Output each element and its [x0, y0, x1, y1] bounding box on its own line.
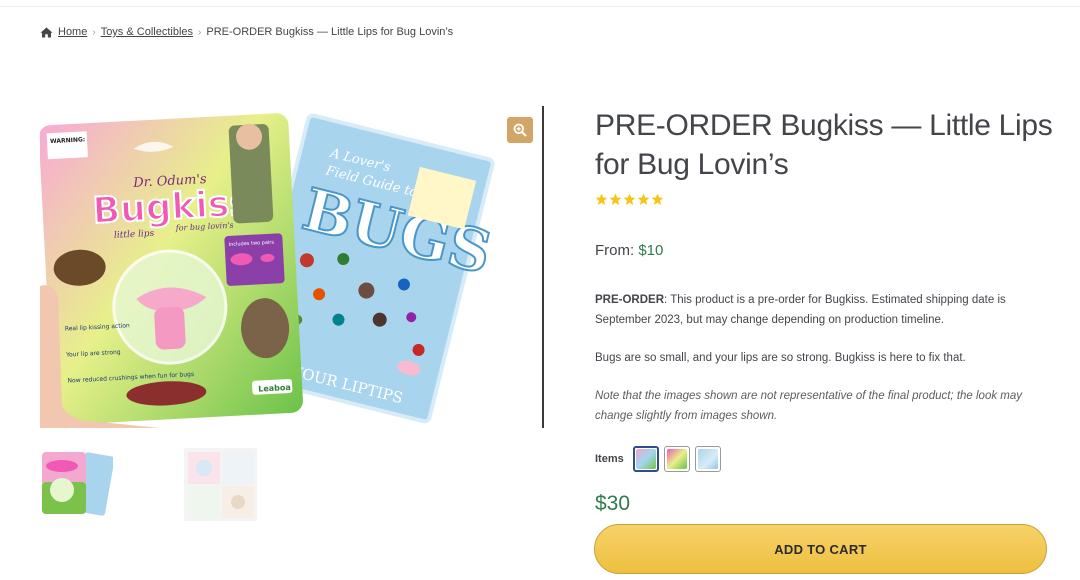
brand-sub-left: little lips: [114, 229, 155, 241]
main-product-image[interactable]: A Lover's Field Guide to BUGS YOUR LIPTI…: [40, 106, 540, 428]
thumbnail-image-book: [184, 448, 257, 521]
gallery-thumbnail[interactable]: [184, 448, 257, 521]
item-swatch[interactable]: [664, 446, 690, 472]
breadcrumb-category-link[interactable]: Toys & Collectibles: [101, 26, 193, 38]
product-photo-illustration: A Lover's Field Guide to BUGS YOUR LIPTI…: [40, 113, 499, 428]
thumbnail-image-package: [40, 448, 113, 521]
zoom-in-icon: [513, 123, 527, 137]
breadcrumb-separator: ›: [198, 26, 202, 38]
home-icon: [40, 27, 53, 37]
image-disclaimer: Note that the images shown are not repre…: [595, 390, 1023, 422]
star-rating[interactable]: [595, 193, 664, 206]
breadcrumb-separator: ›: [92, 26, 96, 38]
breadcrumb-home-link[interactable]: Home: [58, 26, 87, 38]
header-divider: [0, 6, 1080, 7]
swatch-image: [667, 449, 687, 469]
items-label: Items: [595, 453, 624, 465]
star-icon: [609, 193, 622, 206]
preorder-label: PRE-ORDER: [595, 294, 665, 306]
star-icon: [651, 193, 664, 206]
star-icon: [595, 193, 608, 206]
selected-price: $30: [595, 492, 631, 515]
swatch-image: [636, 449, 656, 469]
gallery-divider: [542, 106, 544, 428]
swatch-image: [698, 449, 718, 469]
breadcrumb: Home › Toys & Collectibles › PRE-ORDER B…: [40, 26, 453, 38]
gallery-thumbnail[interactable]: [40, 448, 113, 521]
product-title: PRE-ORDER Bugkiss — Little Lips for Bug …: [595, 109, 1053, 181]
star-icon: [623, 193, 636, 206]
price-from-label: From:: [595, 242, 635, 259]
item-swatches: [633, 446, 721, 472]
price-from-value: $10: [638, 242, 664, 259]
item-swatch-selected[interactable]: [633, 446, 659, 472]
breadcrumb-current: PRE-ORDER Bugkiss — Little Lips for Bug …: [206, 26, 454, 38]
maker-logo-text: Leaboa: [258, 383, 291, 394]
price-range: From: $10: [595, 242, 663, 259]
zoom-button[interactable]: [507, 117, 533, 143]
star-icon: [637, 193, 650, 206]
add-to-cart-button[interactable]: ADD TO CART: [594, 524, 1047, 574]
preorder-description: PRE-ORDER: This product is a pre-order f…: [595, 290, 1055, 330]
product-tagline: Bugs are so small, and your lips are so …: [595, 352, 966, 364]
item-swatch[interactable]: [695, 446, 721, 472]
